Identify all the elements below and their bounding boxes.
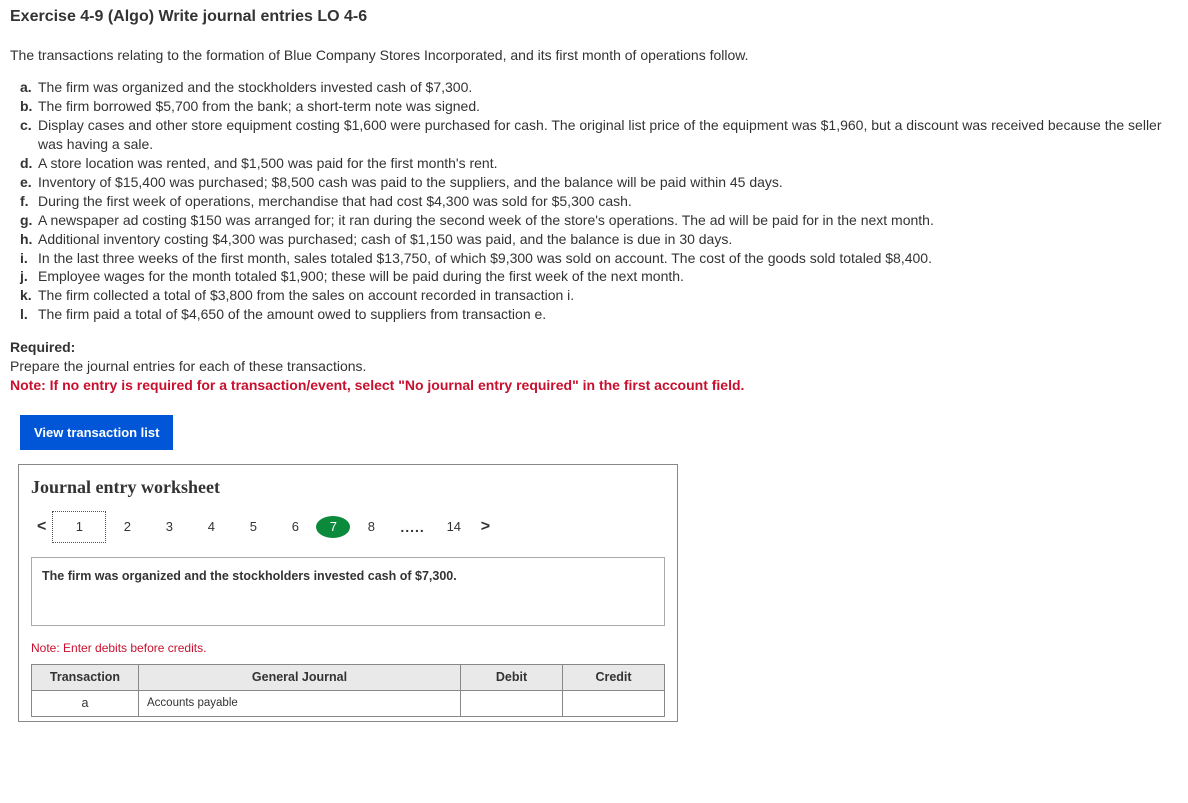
list-item: g. A newspaper ad costing $150 was arrang…	[20, 211, 1178, 230]
list-text: Additional inventory costing $4,300 was …	[38, 231, 732, 247]
journal-table: Transaction General Journal Debit Credit…	[31, 664, 665, 717]
list-item: d. A store location was rented, and $1,50…	[20, 154, 1178, 173]
list-text: Display cases and other store equipment …	[38, 117, 1162, 152]
list-item: j. Employee wages for the month totaled $…	[20, 267, 1178, 286]
list-text: Employee wages for the month totaled $1,…	[38, 268, 684, 284]
list-text: The firm paid a total of $4,650 of the a…	[38, 306, 546, 322]
list-item: h. Additional inventory costing $4,300 wa…	[20, 230, 1178, 249]
list-text: The firm borrowed $5,700 from the bank; …	[38, 98, 480, 114]
note-debits-before-credits: Note: Enter debits before credits.	[31, 640, 665, 656]
pager: < 1 2 3 4 5 6 7 8 ..... 14 >	[31, 511, 665, 543]
worksheet-title: Journal entry worksheet	[31, 475, 665, 499]
required-label: Required:	[10, 338, 1178, 357]
pager-num-2[interactable]: 2	[106, 514, 148, 540]
list-text: During the first week of operations, mer…	[38, 193, 632, 209]
list-marker: d.	[20, 154, 32, 173]
list-marker: j.	[20, 267, 28, 286]
pager-prev-icon[interactable]: <	[31, 516, 52, 538]
list-marker: k.	[20, 286, 32, 305]
pager-num-8[interactable]: 8	[350, 514, 392, 540]
journal-worksheet: Journal entry worksheet < 1 2 3 4 5 6 7 …	[18, 464, 678, 722]
pager-num-4[interactable]: 4	[190, 514, 232, 540]
col-debit: Debit	[461, 665, 563, 691]
required-text: Prepare the journal entries for each of …	[10, 357, 1178, 376]
note-red: Note: If no entry is required for a tran…	[10, 376, 1178, 395]
list-marker: l.	[20, 305, 28, 324]
list-text: Inventory of $15,400 was purchased; $8,5…	[38, 174, 783, 190]
list-marker: f.	[20, 192, 29, 211]
list-item: a. The firm was organized and the stockho…	[20, 78, 1178, 97]
list-text: The firm was organized and the stockhold…	[38, 79, 472, 95]
list-marker: i.	[20, 249, 28, 268]
pager-num-3[interactable]: 3	[148, 514, 190, 540]
pager-next-icon[interactable]: >	[475, 516, 496, 538]
list-item: e. Inventory of $15,400 was purchased; $8…	[20, 173, 1178, 192]
cell-transaction: a	[32, 690, 139, 716]
list-marker: c.	[20, 116, 32, 135]
col-credit: Credit	[563, 665, 665, 691]
list-text: A newspaper ad costing $150 was arranged…	[38, 212, 934, 228]
pager-num-6[interactable]: 6	[274, 514, 316, 540]
table-row: a Accounts payable	[32, 690, 665, 716]
list-marker: a.	[20, 78, 32, 97]
transaction-list: a. The firm was organized and the stockho…	[10, 78, 1178, 324]
cell-credit[interactable]	[563, 690, 665, 716]
pager-num-1[interactable]: 1	[52, 511, 106, 543]
list-item: i. In the last three weeks of the first m…	[20, 249, 1178, 268]
col-transaction: Transaction	[32, 665, 139, 691]
transaction-prompt: The firm was organized and the stockhold…	[31, 557, 665, 626]
col-general-journal: General Journal	[139, 665, 461, 691]
list-item: c. Display cases and other store equipmen…	[20, 116, 1178, 154]
list-text: A store location was rented, and $1,500 …	[38, 155, 497, 171]
list-item: k. The firm collected a total of $3,800 f…	[20, 286, 1178, 305]
pager-num-14[interactable]: 14	[433, 514, 475, 540]
list-item: f. During the first week of operations, m…	[20, 192, 1178, 211]
list-item: b. The firm borrowed $5,700 from the bank…	[20, 97, 1178, 116]
cell-debit[interactable]	[461, 690, 563, 716]
list-marker: g.	[20, 211, 32, 230]
list-marker: b.	[20, 97, 32, 116]
view-transaction-list-button[interactable]: View transaction list	[20, 415, 173, 450]
list-marker: e.	[20, 173, 32, 192]
page-title: Exercise 4-9 (Algo) Write journal entrie…	[10, 6, 1178, 28]
list-text: The firm collected a total of $3,800 fro…	[38, 287, 574, 303]
list-text: In the last three weeks of the first mon…	[38, 250, 932, 266]
pager-num-7[interactable]: 7	[316, 516, 350, 538]
intro-text: The transactions relating to the formati…	[10, 46, 1178, 65]
list-marker: h.	[20, 230, 32, 249]
required-block: Required: Prepare the journal entries fo…	[10, 338, 1178, 395]
pager-num-5[interactable]: 5	[232, 514, 274, 540]
cell-account-select[interactable]: Accounts payable	[139, 690, 461, 716]
pager-ellipsis: .....	[392, 518, 432, 537]
list-item: l. The firm paid a total of $4,650 of the…	[20, 305, 1178, 324]
